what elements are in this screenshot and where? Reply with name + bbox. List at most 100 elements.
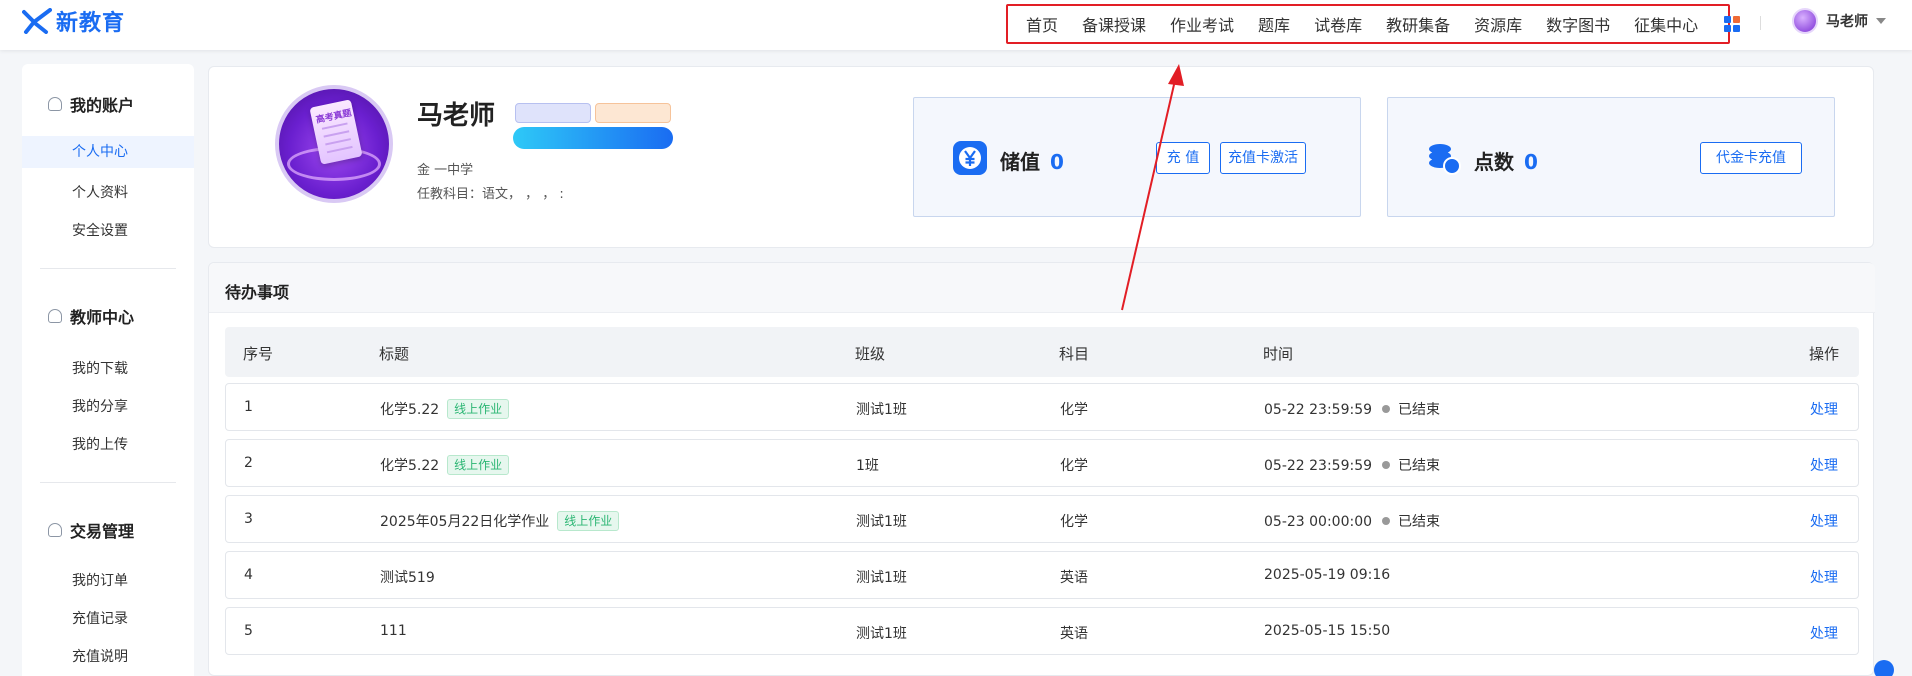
- col-class: 班级: [855, 345, 886, 363]
- nav-question-bank[interactable]: 题库: [1246, 12, 1302, 36]
- sidebar-item-recharge-help[interactable]: 充值说明: [72, 646, 128, 666]
- stored-value-amount: 0: [1050, 150, 1064, 174]
- status-dot-icon: [1382, 461, 1391, 469]
- caret-down-icon: [1876, 18, 1886, 24]
- nav-homework-exam[interactable]: 作业考试: [1158, 12, 1246, 36]
- site-logo[interactable]: 新教育: [22, 6, 125, 36]
- sidebar-item-shares[interactable]: 我的分享: [72, 396, 128, 416]
- row-class: 1班: [856, 458, 879, 474]
- row-title: 111: [380, 623, 407, 639]
- user-name: 马老师: [1826, 14, 1868, 30]
- row-status: 已结束: [1398, 458, 1441, 474]
- logo-icon: [22, 8, 52, 34]
- row-title: 测试519: [380, 570, 435, 586]
- points-title: 点数: [1474, 150, 1514, 174]
- online-homework-tag: 线上作业: [557, 511, 620, 531]
- nav-home[interactable]: 首页: [1018, 12, 1070, 36]
- todo-card: 待办事项 序号 标题 班级 科目 时间 操作 1 化学5.22 线上作业 测试1班…: [208, 262, 1875, 676]
- sidebar-item-profile[interactable]: 个人资料: [72, 182, 128, 202]
- table-row: 5 111 测试1班 英语 2025-05-15 15:50 处理: [225, 607, 1859, 655]
- membership-button[interactable]: [513, 127, 673, 149]
- profile-school: 金 一中学: [417, 163, 474, 178]
- row-title-text: 化学5.22: [380, 402, 440, 418]
- sidebar-group-trade: 交易管理: [48, 518, 134, 542]
- profile-avatar[interactable]: 高考真题: [275, 85, 393, 203]
- row-subject: 英语: [1060, 570, 1088, 586]
- sidebar-group-label: 我的账户: [70, 96, 135, 115]
- top-navbar: 新教育 首页 备课授课 作业考试 题库 试卷库 教研集备 资源库 数字图书 征集…: [0, 0, 1912, 50]
- sidebar-divider: [40, 482, 176, 483]
- avatar: [1792, 8, 1818, 34]
- row-time: 2025-05-19 09:16: [1264, 567, 1391, 583]
- row-time-text: 05-23 00:00:00: [1264, 514, 1373, 530]
- todo-header: 待办事项: [209, 263, 1875, 313]
- sidebar-group-label: 交易管理: [70, 522, 135, 541]
- process-link[interactable]: 处理: [1810, 623, 1838, 643]
- col-time: 时间: [1263, 345, 1294, 363]
- status-dot-icon: [1382, 517, 1391, 525]
- main-nav: 首页 备课授课 作业考试 题库 试卷库 教研集备 资源库 数字图书 征集中心: [1006, 4, 1741, 44]
- scroll-down-button[interactable]: [1874, 660, 1894, 676]
- table-row: 2 化学5.22 线上作业 1班 化学 05-22 23:59:59 已结束 处理: [225, 439, 1859, 487]
- row-subject: 化学: [1060, 458, 1088, 474]
- sidebar-item-recharge-records[interactable]: 充值记录: [72, 608, 128, 628]
- online-homework-tag: 线上作业: [447, 455, 510, 475]
- row-class: 测试1班: [856, 514, 907, 530]
- row-time: 05-22 23:59:59 已结束: [1264, 399, 1440, 419]
- nav-research[interactable]: 教研集备: [1374, 12, 1462, 36]
- nav-lesson-prep[interactable]: 备课授课: [1070, 12, 1158, 36]
- sidebar-item-security[interactable]: 安全设置: [72, 220, 128, 240]
- identity-badge: [515, 103, 591, 123]
- activate-card-button[interactable]: 充值卡激活: [1220, 142, 1306, 174]
- nav-digital-books[interactable]: 数字图书: [1534, 12, 1622, 36]
- process-link[interactable]: 处理: [1810, 567, 1838, 587]
- process-link[interactable]: 处理: [1810, 399, 1838, 419]
- col-subject: 科目: [1059, 345, 1090, 363]
- row-class: 测试1班: [856, 626, 907, 642]
- row-class: 测试1班: [856, 570, 907, 586]
- row-time-text: 05-22 23:59:59: [1264, 402, 1373, 418]
- row-status: 已结束: [1398, 402, 1441, 418]
- online-homework-tag: 线上作业: [447, 399, 510, 419]
- voucher-recharge-button[interactable]: 代金卡充值: [1700, 142, 1802, 174]
- apps-grid-icon[interactable]: [1724, 16, 1741, 32]
- sidebar-item-personal-center[interactable]: 个人中心: [22, 136, 194, 168]
- table-row: 4 测试519 测试1班 英语 2025-05-19 09:16 处理: [225, 551, 1859, 599]
- col-action: 操作: [1809, 345, 1840, 363]
- sidebar-item-uploads[interactable]: 我的上传: [72, 434, 128, 454]
- table-row: 1 化学5.22 线上作业 测试1班 化学 05-22 23:59:59 已结束 处…: [225, 383, 1859, 431]
- sidebar-group-account: 我的账户: [48, 92, 134, 116]
- user-menu[interactable]: 马老师: [1792, 8, 1886, 34]
- coins-icon: [1429, 144, 1461, 175]
- nav-paper-bank[interactable]: 试卷库: [1302, 12, 1374, 36]
- nav-divider: [1760, 16, 1761, 30]
- stored-value-panel: 储值 0 充 值 充值卡激活: [913, 97, 1361, 217]
- row-time: 05-22 23:59:59 已结束: [1264, 455, 1440, 475]
- logo-text: 新教育: [56, 11, 126, 36]
- row-title: 2025年05月22日化学作业 线上作业: [380, 511, 620, 531]
- sidebar-item-orders[interactable]: 我的订单: [72, 570, 128, 590]
- nav-resources[interactable]: 资源库: [1462, 12, 1534, 36]
- profile-card: 高考真题 马老师 金 一中学 任教科目：语文， ， ， : 储值 0 充 值 充值…: [208, 66, 1874, 248]
- nav-collection[interactable]: 征集中心: [1622, 12, 1710, 36]
- row-title-text: 2025年05月22日化学作业: [380, 514, 550, 530]
- row-time-text: 05-22 23:59:59: [1264, 458, 1373, 474]
- row-subject: 化学: [1060, 402, 1088, 418]
- points-label: 点数 0: [1474, 146, 1538, 175]
- sidebar-group-label: 教师中心: [70, 308, 135, 327]
- row-index: 3: [244, 511, 253, 527]
- process-link[interactable]: 处理: [1810, 455, 1838, 475]
- row-index: 2: [244, 455, 253, 471]
- profile-subjects: 任教科目：语文， ， ， :: [417, 187, 564, 202]
- yen-icon: [953, 141, 987, 175]
- table-row: 3 2025年05月22日化学作业 线上作业 测试1班 化学 05-23 00:0…: [225, 495, 1859, 543]
- row-title-text: 化学5.22: [380, 458, 440, 474]
- row-index: 4: [244, 567, 253, 583]
- process-link[interactable]: 处理: [1810, 511, 1838, 531]
- status-dot-icon: [1382, 405, 1391, 413]
- todo-title: 待办事项: [225, 283, 290, 302]
- recharge-button[interactable]: 充 值: [1156, 142, 1210, 174]
- sidebar-item-downloads[interactable]: 我的下载: [72, 358, 128, 378]
- sidebar: 我的账户 个人中心 个人资料 安全设置 教师中心 我的下载 我的分享 我的上传 …: [22, 64, 194, 676]
- row-time: 2025-05-15 15:50: [1264, 623, 1391, 639]
